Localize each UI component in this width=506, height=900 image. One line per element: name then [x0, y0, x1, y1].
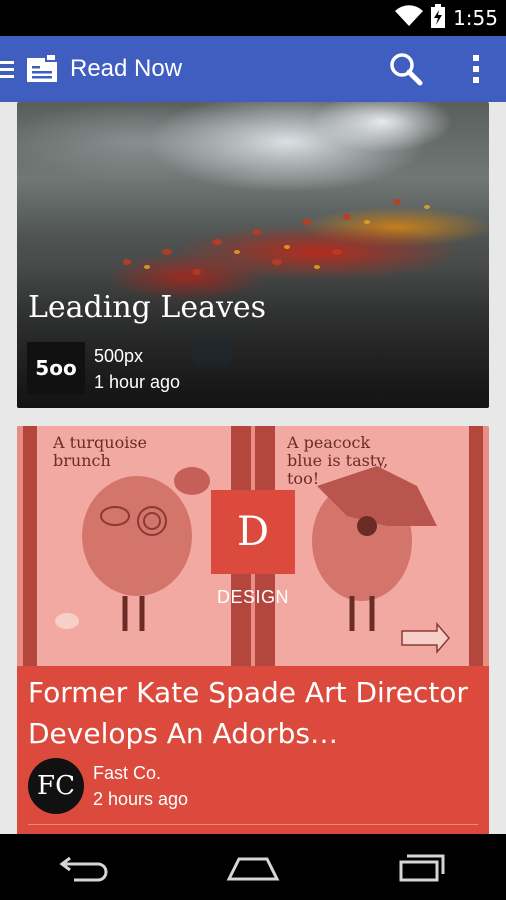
article-time: 1 hour ago [94, 372, 181, 392]
play-newsstand-logo[interactable] [22, 49, 62, 89]
article-image: A turquoise brunch A peacock blue is tas… [17, 426, 489, 666]
article-headline[interactable]: Former Kate Spade Art Director Develops … [28, 672, 483, 754]
page-title: Read Now [70, 55, 183, 82]
search-icon[interactable] [382, 45, 430, 93]
article-time: 2 hours ago [93, 789, 189, 809]
source-logo: FC [28, 758, 84, 814]
recent-apps-icon[interactable] [377, 842, 467, 892]
home-icon[interactable] [208, 842, 298, 892]
back-icon[interactable] [39, 842, 129, 892]
category-label: DESIGN [216, 587, 289, 607]
article-headline[interactable]: Leading Leaves [28, 290, 266, 325]
article-card[interactable]: Leading Leaves 5oo 500px 1 hour ago [17, 102, 489, 408]
system-nav-bar [0, 834, 506, 900]
article-card[interactable]: A turquoise brunch A peacock blue is tas… [17, 426, 489, 834]
wifi-icon [395, 4, 424, 32]
category-tile: D [211, 490, 295, 574]
source-name: Fast Co. [93, 763, 162, 783]
news-feed[interactable]: Leading Leaves 5oo 500px 1 hour ago A tu… [0, 102, 506, 834]
status-bar: 1:55 [0, 0, 506, 36]
battery-charging-icon [431, 3, 446, 33]
status-time: 1:55 [453, 6, 498, 30]
source-logo: 5oo [27, 342, 85, 394]
app-bar: Read Now [0, 36, 506, 102]
source-name: 500px [94, 346, 144, 366]
menu-icon[interactable] [0, 36, 16, 102]
overflow-menu-icon[interactable] [458, 45, 494, 93]
card-divider [28, 824, 478, 825]
